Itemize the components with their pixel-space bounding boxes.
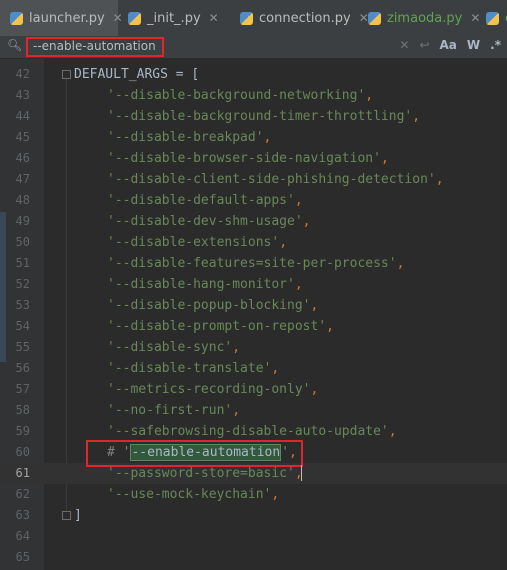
string-literal: '--disable-translate' xyxy=(107,361,272,376)
tab-launcher-py[interactable]: launcher.py ✕ xyxy=(0,0,123,36)
clear-search-icon[interactable]: ✕ xyxy=(399,38,409,52)
code-line: 64 xyxy=(0,526,507,547)
string-literal: '--disable-background-networking' xyxy=(107,88,366,103)
line-number: 51 xyxy=(15,256,30,270)
python-file-icon xyxy=(10,11,23,25)
line-number: 63 xyxy=(15,508,30,522)
code-line: 50 '--disable-extensions', xyxy=(0,232,507,253)
string-literal: '--disable-default-apps' xyxy=(107,193,295,208)
code-line: 55 '--disable-sync', xyxy=(0,337,507,358)
line-number: 48 xyxy=(15,193,30,207)
line-number: 60 xyxy=(15,445,30,459)
line-number: 47 xyxy=(15,172,30,186)
string-literal: '--disable-dev-shm-usage' xyxy=(107,214,303,229)
string-literal: '--safebrowsing-disable-auto-update' xyxy=(107,424,389,439)
line-number: 45 xyxy=(15,130,30,144)
string-literal: '--password-store=basic' xyxy=(107,466,295,481)
line-number: 53 xyxy=(15,298,30,312)
tab-connection-py[interactable]: connection.py ✕ xyxy=(230,0,369,36)
line-number: 55 xyxy=(15,340,30,354)
string-literal: '--disable-features=site-per-process' xyxy=(107,256,397,271)
python-file-icon xyxy=(368,11,381,25)
code-line: 46 '--disable-browser-side-navigation', xyxy=(0,148,507,169)
tab-zimaoda-py[interactable]: zimaoda.py ✕ xyxy=(358,0,480,36)
code-line: 52 '--disable-hang-monitor', xyxy=(0,274,507,295)
find-options: ✕ ↩ Aa W .* xyxy=(399,38,501,52)
line-number: 57 xyxy=(15,382,30,396)
line-number: 58 xyxy=(15,403,30,417)
string-literal: '--no-first-run' xyxy=(107,403,233,418)
tab-label: zimaoda.py xyxy=(387,10,463,26)
code-line: 56 '--disable-translate', xyxy=(0,358,507,379)
python-file-icon xyxy=(486,11,499,25)
code-line: 43 '--disable-background-networking', xyxy=(0,85,507,106)
regex-toggle[interactable]: .* xyxy=(490,38,501,52)
line-number: 52 xyxy=(15,277,30,291)
line-number: 44 xyxy=(15,109,30,123)
close-tab-icon[interactable]: ✕ xyxy=(209,11,219,25)
string-literal: '--disable-background-timer-throttling' xyxy=(107,109,413,124)
code-line: 59 '--safebrowsing-disable-auto-update', xyxy=(0,421,507,442)
string-literal: '--disable-popup-blocking' xyxy=(107,298,311,313)
text-caret xyxy=(301,465,302,481)
string-literal: '--disable-hang-monitor' xyxy=(107,277,295,292)
string-literal: '--disable-extensions' xyxy=(107,235,280,250)
code-line: 62 '--use-mock-keychain', xyxy=(0,484,507,505)
tab-c[interactable]: c xyxy=(476,0,507,36)
code-line: 45 '--disable-breakpad', xyxy=(0,127,507,148)
string-literal: '--disable-breakpad' xyxy=(107,130,264,145)
line-number: 43 xyxy=(15,88,30,102)
line-number: 42 xyxy=(15,67,30,81)
code-line: 54 '--disable-prompt-on-repost', xyxy=(0,316,507,337)
line-number: 50 xyxy=(15,235,30,249)
whole-words-toggle[interactable]: W xyxy=(467,38,480,52)
tab-label: launcher.py xyxy=(29,10,105,26)
search-highlight-box xyxy=(26,37,164,57)
code-text: ] xyxy=(74,508,82,523)
line-number: 62 xyxy=(15,487,30,501)
editor-tab-bar: launcher.py ✕ _init_.py ✕ connection.py … xyxy=(0,0,507,37)
search-icon[interactable]: 🔍︎ xyxy=(7,38,22,52)
code-line: 42 DEFAULT_ARGS = [ xyxy=(0,64,507,85)
python-file-icon xyxy=(128,11,141,25)
string-literal: '--disable-client-side-phishing-detectio… xyxy=(107,172,436,187)
code-line: 65 xyxy=(0,547,507,568)
code-text: DEFAULT_ARGS = [ xyxy=(74,67,200,82)
code-line: 47 '--disable-client-side-phishing-detec… xyxy=(0,169,507,190)
commented-line-highlight-box xyxy=(86,440,303,467)
tab-label: _init_.py xyxy=(147,10,201,26)
line-number: 59 xyxy=(15,424,30,438)
string-literal: '--disable-browser-side-navigation' xyxy=(107,151,381,166)
code-line: 57 '--metrics-recording-only', xyxy=(0,379,507,400)
string-literal: '--metrics-recording-only' xyxy=(107,382,311,397)
string-literal: '--disable-sync' xyxy=(107,340,233,355)
tab-init-py[interactable]: _init_.py ✕ xyxy=(118,0,230,36)
code-line: 58 '--no-first-run', xyxy=(0,400,507,421)
code-line: 53 '--disable-popup-blocking', xyxy=(0,295,507,316)
line-number: 61 xyxy=(15,466,30,480)
code-line: 49 '--disable-dev-shm-usage', xyxy=(0,211,507,232)
string-literal: '--disable-prompt-on-repost' xyxy=(107,319,327,334)
line-number: 64 xyxy=(15,529,30,543)
history-icon[interactable]: ↩ xyxy=(419,38,429,52)
code-line: 51 '--disable-features=site-per-process'… xyxy=(0,253,507,274)
line-number: 54 xyxy=(15,319,30,333)
tab-label: connection.py xyxy=(259,10,351,26)
string-literal: '--use-mock-keychain' xyxy=(107,487,272,502)
line-number: 65 xyxy=(15,550,30,564)
code-line: 44 '--disable-background-timer-throttlin… xyxy=(0,106,507,127)
line-number: 56 xyxy=(15,361,30,375)
line-number: 49 xyxy=(15,214,30,228)
python-file-icon xyxy=(240,11,253,25)
line-number: 46 xyxy=(15,151,30,165)
code-line: 48 '--disable-default-apps', xyxy=(0,190,507,211)
code-line: 63 ] xyxy=(0,505,507,526)
match-case-toggle[interactable]: Aa xyxy=(440,38,457,52)
